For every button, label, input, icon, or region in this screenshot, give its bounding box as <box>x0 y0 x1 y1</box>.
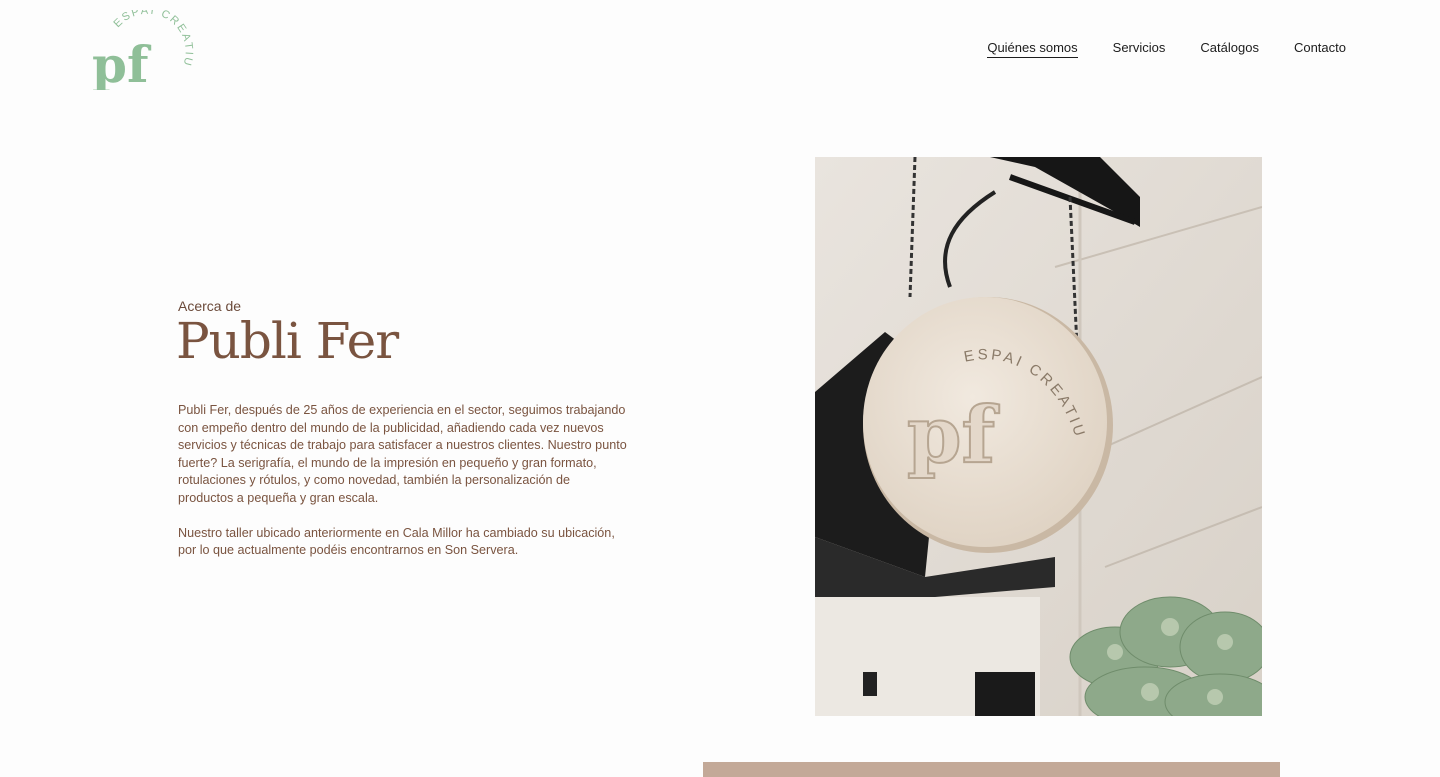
about-body: Publi Fer, después de 25 años de experie… <box>178 402 628 560</box>
about-title: Publi Fer <box>176 312 399 370</box>
about-paragraph: Nuestro taller ubicado anteriormente en … <box>178 525 615 558</box>
nav-contacto[interactable]: Contacto <box>1294 40 1346 58</box>
next-section-band <box>703 762 1280 777</box>
nav-servicios[interactable]: Servicios <box>1113 40 1166 58</box>
site-logo[interactable]: ESPAI CREATIU pf <box>88 10 198 90</box>
nav-catalogos[interactable]: Catálogos <box>1200 40 1259 58</box>
sign-mark: pf <box>907 390 1000 481</box>
nav-quienes-somos[interactable]: Quiénes somos <box>987 40 1078 58</box>
storefront-sign-photo: ESPAI CREATIU pf <box>815 157 1262 716</box>
logo-mark: pf <box>92 35 152 90</box>
about-paragraph: Publi Fer, después de 25 años de experie… <box>178 403 627 505</box>
main-nav: Quiénes somos Servicios Catálogos Contac… <box>987 40 1346 58</box>
